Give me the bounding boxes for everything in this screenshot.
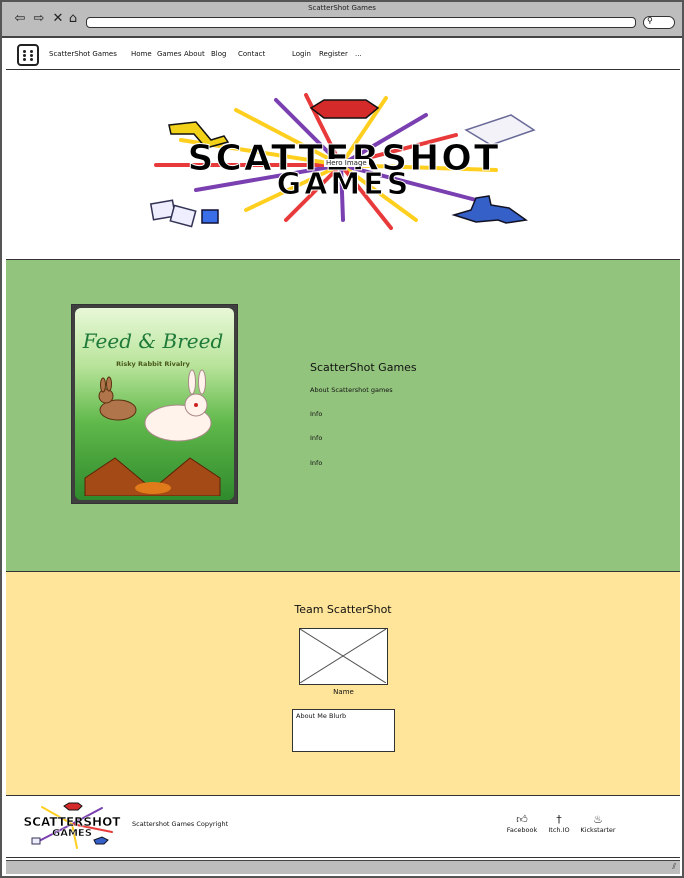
nav-register[interactable]: Register bbox=[319, 50, 348, 58]
about-subtitle: About Scattershot games bbox=[310, 386, 393, 394]
hero-image-label: Hero Image bbox=[324, 159, 369, 167]
social-label: Facebook bbox=[506, 826, 538, 834]
resize-grip-icon[interactable]: ⫽ bbox=[672, 862, 676, 872]
social-label: Kickstarter bbox=[580, 826, 616, 834]
hero-logo-line2: GAMES bbox=[277, 167, 412, 202]
social-kickstarter[interactable]: ♨ Kickstarter bbox=[578, 813, 618, 835]
footer-logo-line2: GAMES bbox=[52, 828, 92, 839]
info-line: Info bbox=[310, 459, 323, 467]
dice-logo-icon[interactable] bbox=[17, 44, 39, 66]
about-section: Feed & Breed Risky Rabbit Rivalry Scatte… bbox=[6, 260, 680, 572]
site-nav: ScatterShot Games Home Games About Blog … bbox=[6, 40, 680, 70]
forward-arrow-icon[interactable]: ⇨ bbox=[32, 12, 46, 26]
blue-meeple bbox=[451, 195, 528, 224]
blue-die bbox=[201, 209, 219, 224]
home-icon[interactable]: ⌂ bbox=[66, 12, 80, 26]
close-icon[interactable]: ✕ bbox=[51, 12, 65, 26]
back-arrow-icon[interactable]: ⇦ bbox=[13, 12, 27, 26]
info-line: Info bbox=[310, 410, 323, 418]
card-subtitle: Risky Rabbit Rivalry bbox=[116, 360, 191, 368]
game-card-art: Feed & Breed Risky Rabbit Rivalry bbox=[75, 308, 234, 500]
dagger-icon: † bbox=[556, 813, 562, 826]
member-name: Name bbox=[333, 688, 354, 696]
thumbs-up-icon: 👍︎ bbox=[516, 813, 528, 826]
info-line: Info bbox=[310, 434, 323, 442]
game-card-image[interactable]: Feed & Breed Risky Rabbit Rivalry bbox=[71, 304, 238, 504]
social-facebook[interactable]: 👍︎ Facebook bbox=[502, 813, 542, 835]
social-itchio[interactable]: † Itch.IO bbox=[539, 813, 579, 835]
site-footer: SCATTERSHOT GAMES Scattershot Games Copy… bbox=[6, 796, 680, 858]
browser-chrome: ScatterShot Games ⇦ ⇨ ✕ ⌂ ⚲ bbox=[2, 2, 682, 38]
nav-more[interactable]: ... bbox=[355, 50, 362, 58]
url-bar[interactable] bbox=[86, 17, 636, 28]
rabbits-illustration: Feed & Breed Risky Rabbit Rivalry bbox=[82, 329, 224, 496]
nav-link-games[interactable]: Games bbox=[157, 50, 182, 58]
footer-copyright: Scattershot Games Copyright bbox=[132, 820, 229, 828]
social-label: Itch.IO bbox=[548, 826, 570, 834]
nav-link-contact[interactable]: Contact bbox=[238, 50, 265, 58]
browser-status-bar: ⫽ bbox=[6, 860, 680, 874]
search-icon: ⚲ bbox=[647, 16, 653, 25]
window-title: ScatterShot Games bbox=[308, 4, 376, 12]
red-die bbox=[309, 99, 380, 119]
flame-icon: ♨ bbox=[593, 813, 603, 826]
nav-link-home[interactable]: Home bbox=[131, 50, 152, 58]
footer-logo[interactable]: SCATTERSHOT GAMES bbox=[22, 802, 122, 852]
card-title: Feed & Breed bbox=[82, 329, 224, 353]
nav-link-blog[interactable]: Blog bbox=[211, 50, 226, 58]
team-section: Team ScatterShot Name About Me Blurb bbox=[6, 572, 680, 796]
hero-section: SCATTERSHOT GAMES Hero Image bbox=[6, 70, 680, 260]
browser-window: ScatterShot Games ⇦ ⇨ ✕ ⌂ ⚲ ScatterShot … bbox=[0, 0, 684, 878]
browser-search-field[interactable]: ⚲ bbox=[643, 16, 675, 29]
nav-brand[interactable]: ScatterShot Games bbox=[49, 50, 117, 58]
member-photo-placeholder bbox=[299, 628, 388, 685]
about-title: ScatterShot Games bbox=[310, 361, 417, 374]
nav-link-about[interactable]: About bbox=[184, 50, 205, 58]
nav-login[interactable]: Login bbox=[292, 50, 311, 58]
footer-logo-line1: SCATTERSHOT bbox=[24, 815, 122, 829]
member-blurb: About Me Blurb bbox=[292, 709, 395, 752]
team-title: Team ScatterShot bbox=[294, 603, 392, 616]
